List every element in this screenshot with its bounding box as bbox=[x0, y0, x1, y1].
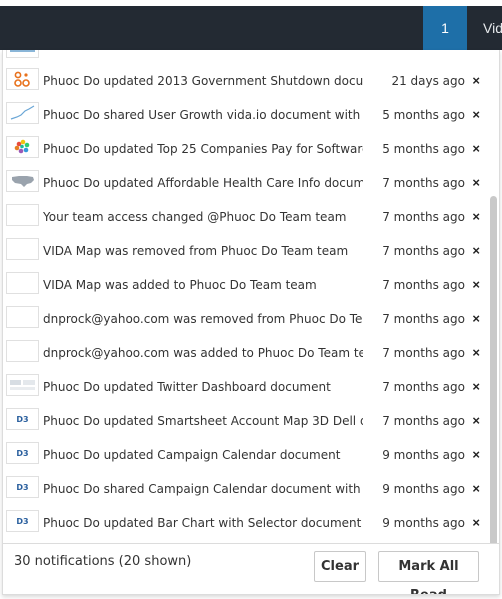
dismiss-icon[interactable]: × bbox=[472, 234, 480, 268]
notification-item[interactable]: VIDA Map was removed from Phuoc Do Team … bbox=[3, 234, 491, 268]
notification-text[interactable]: Phuoc Do updated Bar Chart with Selector… bbox=[43, 506, 363, 540]
dismiss-icon[interactable]: × bbox=[472, 166, 480, 200]
document-thumbnail bbox=[6, 50, 39, 58]
d3-thumbnail-label: D3 bbox=[16, 448, 29, 458]
notification-item[interactable]: D3 Phuoc Do shared Campaign Calendar docu… bbox=[3, 472, 491, 506]
notification-time: 7 months ago bbox=[382, 346, 465, 360]
mark-all-read-button[interactable]: Mark All Read bbox=[378, 551, 479, 594]
document-thumbnail bbox=[6, 136, 39, 158]
dismiss-icon[interactable]: × bbox=[472, 370, 480, 404]
notification-text[interactable]: Phuoc Do updated 2013 Government Shutdow… bbox=[43, 64, 363, 98]
notification-text[interactable]: Phuoc Do updated Affordable Health Care … bbox=[43, 166, 363, 200]
notification-item[interactable]: Phuoc Do updated Affordable Health Care … bbox=[3, 166, 491, 200]
notification-item[interactable]: D3 Phuoc Do updated Bar Chart with Select… bbox=[3, 506, 491, 540]
notification-item[interactable]: Phuoc Do updated Twitter Dashboard docum… bbox=[3, 370, 491, 404]
dismiss-icon[interactable]: × bbox=[472, 336, 480, 370]
notification-text[interactable]: Phuoc Do updated Campaign Calendar docum… bbox=[43, 438, 363, 472]
notification-time: 7 months ago bbox=[382, 278, 465, 292]
dismiss-icon[interactable]: × bbox=[472, 302, 480, 336]
dismiss-icon[interactable]: × bbox=[472, 268, 480, 302]
notification-text[interactable]: Phuoc Do shared Campaign Calendar docume… bbox=[43, 472, 363, 506]
dismiss-icon[interactable]: × bbox=[472, 132, 480, 166]
notification-count-text: 30 notifications (20 shown) bbox=[14, 554, 192, 569]
document-thumbnail bbox=[6, 306, 39, 328]
document-thumbnail bbox=[6, 374, 39, 396]
document-thumbnail: D3 bbox=[6, 510, 39, 532]
clear-button[interactable]: Clear bbox=[314, 551, 366, 582]
document-thumbnail bbox=[6, 170, 39, 192]
notification-item[interactable]: Phuoc Do updated 2013 Government Shutdow… bbox=[3, 64, 491, 98]
notification-time: 9 months ago bbox=[382, 448, 465, 462]
notification-item[interactable]: VIDA Map was added to Phuoc Do Team team… bbox=[3, 268, 491, 302]
document-thumbnail bbox=[6, 68, 39, 90]
nav-link-truncated[interactable]: Vid bbox=[483, 6, 502, 50]
d3-thumbnail-label: D3 bbox=[16, 482, 29, 492]
document-thumbnail bbox=[6, 340, 39, 362]
dismiss-icon[interactable]: × bbox=[472, 506, 480, 540]
notification-time: 7 months ago bbox=[382, 414, 465, 428]
notifications-dropdown: Phuoc Do updated 2013 Government Shutdow… bbox=[2, 50, 500, 595]
notification-time: 9 months ago bbox=[382, 482, 465, 496]
notification-time: 21 days ago bbox=[391, 74, 465, 88]
document-thumbnail bbox=[6, 272, 39, 294]
dismiss-icon[interactable]: × bbox=[472, 200, 480, 234]
notification-time: 7 months ago bbox=[382, 210, 465, 224]
notification-item[interactable] bbox=[3, 50, 491, 64]
notification-text[interactable]: Phuoc Do updated Top 25 Companies Pay fo… bbox=[43, 132, 363, 166]
notifications-footer: 30 notifications (20 shown) Clear Mark A… bbox=[3, 543, 499, 594]
top-navbar: 1 Vid bbox=[0, 6, 502, 50]
notification-text[interactable]: Phuoc Do updated Twitter Dashboard docum… bbox=[43, 370, 363, 404]
document-thumbnail: D3 bbox=[6, 476, 39, 498]
document-thumbnail: D3 bbox=[6, 442, 39, 464]
notification-time: 7 months ago bbox=[382, 312, 465, 326]
notification-time: 9 months ago bbox=[382, 516, 465, 530]
notification-text[interactable]: dnprock@yahoo.com was added to Phuoc Do … bbox=[43, 336, 363, 370]
dismiss-icon[interactable]: × bbox=[472, 64, 480, 98]
notification-item[interactable]: D3 Phuoc Do updated Smartsheet Account Ma… bbox=[3, 404, 491, 438]
notification-time: 7 months ago bbox=[382, 380, 465, 394]
document-thumbnail bbox=[6, 238, 39, 260]
notification-text[interactable]: Phuoc Do shared User Growth vida.io docu… bbox=[43, 98, 363, 132]
document-thumbnail bbox=[6, 102, 39, 124]
notification-time: 5 months ago bbox=[382, 108, 465, 122]
d3-thumbnail-label: D3 bbox=[16, 516, 29, 526]
dismiss-icon[interactable]: × bbox=[472, 438, 480, 472]
notification-item[interactable]: D3 Phuoc Do updated Campaign Calendar doc… bbox=[3, 438, 491, 472]
dismiss-icon[interactable]: × bbox=[472, 98, 480, 132]
notification-count-badge[interactable]: 1 bbox=[423, 6, 467, 50]
document-thumbnail: D3 bbox=[6, 408, 39, 430]
notification-time: 5 months ago bbox=[382, 142, 465, 156]
notification-text[interactable]: dnprock@yahoo.com was removed from Phuoc… bbox=[43, 302, 363, 336]
notification-time: 7 months ago bbox=[382, 176, 465, 190]
d3-thumbnail-label: D3 bbox=[16, 414, 29, 424]
notification-time: 7 months ago bbox=[382, 244, 465, 258]
notification-list: Phuoc Do updated 2013 Government Shutdow… bbox=[3, 50, 491, 540]
notification-item[interactable]: Phuoc Do shared User Growth vida.io docu… bbox=[3, 98, 491, 132]
notification-item[interactable]: Your team access changed @Phuoc Do Team … bbox=[3, 200, 491, 234]
scrollbar[interactable] bbox=[490, 196, 497, 548]
notification-text[interactable]: VIDA Map was removed from Phuoc Do Team … bbox=[43, 234, 363, 268]
notification-text[interactable]: VIDA Map was added to Phuoc Do Team team bbox=[43, 268, 363, 302]
notification-item[interactable]: Phuoc Do updated Top 25 Companies Pay fo… bbox=[3, 132, 491, 166]
notification-item[interactable]: dnprock@yahoo.com was added to Phuoc Do … bbox=[3, 336, 491, 370]
dismiss-icon[interactable]: × bbox=[472, 404, 480, 438]
dismiss-icon[interactable]: × bbox=[472, 472, 480, 506]
document-thumbnail bbox=[6, 204, 39, 226]
notification-text[interactable]: Your team access changed @Phuoc Do Team … bbox=[43, 200, 363, 234]
notification-text[interactable]: Phuoc Do updated Smartsheet Account Map … bbox=[43, 404, 363, 438]
notification-item[interactable]: dnprock@yahoo.com was removed from Phuoc… bbox=[3, 302, 491, 336]
